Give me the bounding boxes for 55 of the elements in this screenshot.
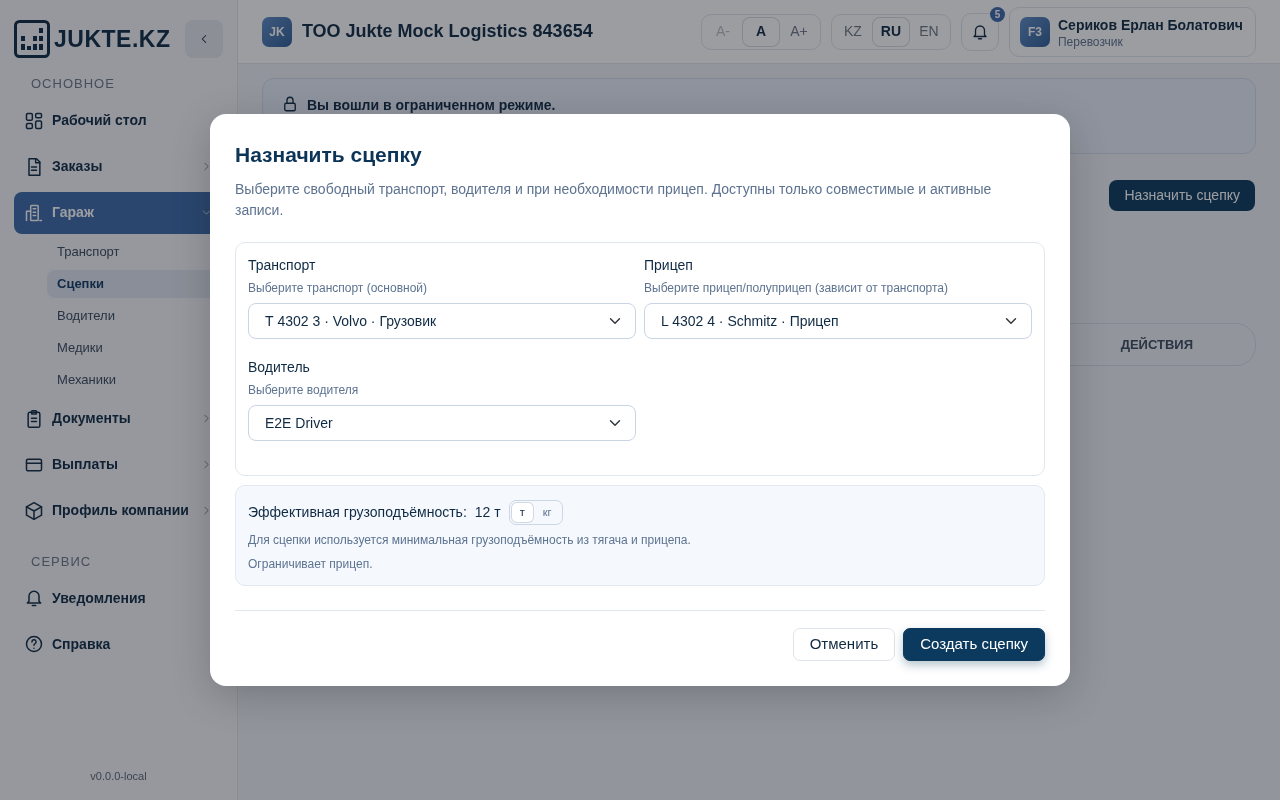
field-hint: Выберите водителя <box>248 382 360 400</box>
user-avatar: F3 <box>1020 16 1050 47</box>
section-heading: СЕРВИС <box>30 552 93 571</box>
field-label: Транспорт <box>248 256 317 276</box>
version-text: v0.0.0-local <box>89 768 148 784</box>
section-heading: ОСНОВНОЕ <box>30 75 116 93</box>
bell-icon <box>971 22 989 41</box>
notifications-button[interactable] <box>961 12 999 51</box>
logo-icon <box>14 20 50 58</box>
unit-button[interactable]: т <box>511 503 533 523</box>
logo-text: JUKTE.KZ <box>54 24 171 54</box>
notification-count: 5 <box>990 6 1005 22</box>
lock-icon <box>281 95 299 113</box>
modal-title: Назначить сцепку <box>235 142 423 168</box>
cancel-button[interactable]: Отменить <box>792 628 896 662</box>
assign-button[interactable]: Назначить сцепку <box>1109 180 1255 211</box>
field-hint: Выберите транспорт (основной) <box>248 280 428 298</box>
select-field[interactable]: Т 4302 3 · Volvo · Грузовик <box>248 303 636 340</box>
font-size-button[interactable]: A+ <box>781 17 817 46</box>
sidebar-item[interactable]: Документы <box>14 397 223 440</box>
select-field[interactable]: L 4302 4 · Schmitz · Прицеп <box>644 303 1032 340</box>
sidebar-item[interactable]: Рабочий стол <box>14 99 223 142</box>
language-button[interactable]: EN <box>911 17 947 46</box>
sidebar-item[interactable]: Уведомления <box>14 577 223 619</box>
modal-description: Выберите свободный транспорт, водителя и при необходимости прицеп. Доступны только совместимые и активные записи. <box>235 180 993 221</box>
select-field[interactable]: E2E Driver <box>248 405 636 442</box>
building-icon <box>24 202 44 223</box>
capacity-value: 12 т <box>474 503 501 523</box>
sidebar-item[interactable]: Профиль компании <box>14 489 223 532</box>
field-hint: Выберите прицеп/полуприцеп (зависит от транспорта) <box>644 280 950 298</box>
company-name: ТОО Jukte Mock Logistics 843654 <box>302 20 594 43</box>
user-role: Перевозчик <box>1058 35 1124 49</box>
create-button[interactable]: Создать сцепку <box>903 628 1045 662</box>
capacity-note: Ограничивает прицеп. <box>248 556 374 574</box>
field-label: Водитель <box>248 358 311 378</box>
sidebar-item[interactable]: Выплаты <box>14 443 223 486</box>
notice-text: Вы вошли в ограниченном режиме. <box>307 96 556 115</box>
font-size-button[interactable]: A <box>743 17 779 46</box>
field-label: Прицеп <box>644 256 694 276</box>
language-button[interactable]: RU <box>873 17 909 46</box>
company-avatar: JK <box>262 16 292 47</box>
language-button[interactable]: KZ <box>835 17 871 46</box>
user-name: Сериков Ерлан Болатович <box>1058 15 1243 35</box>
column-header: ДЕЙСТВИЯ <box>1120 335 1193 354</box>
bell-icon <box>24 588 44 608</box>
sidebar-item[interactable]: Справка <box>14 623 223 665</box>
box-icon <box>24 500 44 521</box>
sidebar-item[interactable]: Заказы <box>14 145 223 188</box>
unit-button[interactable]: кг <box>534 503 560 523</box>
grid-icon <box>24 110 44 131</box>
help-icon <box>24 634 44 654</box>
capacity-label: Эффективная грузоподъёмность: <box>248 503 467 523</box>
user-menu[interactable]: F3 Сериков Ерлан Болатович Перевозчик <box>1009 6 1256 57</box>
clipboard-icon <box>24 408 44 429</box>
capacity-note: Для сцепки используется минимальная грузоподъёмность из тягача и прицепа. <box>248 532 692 550</box>
